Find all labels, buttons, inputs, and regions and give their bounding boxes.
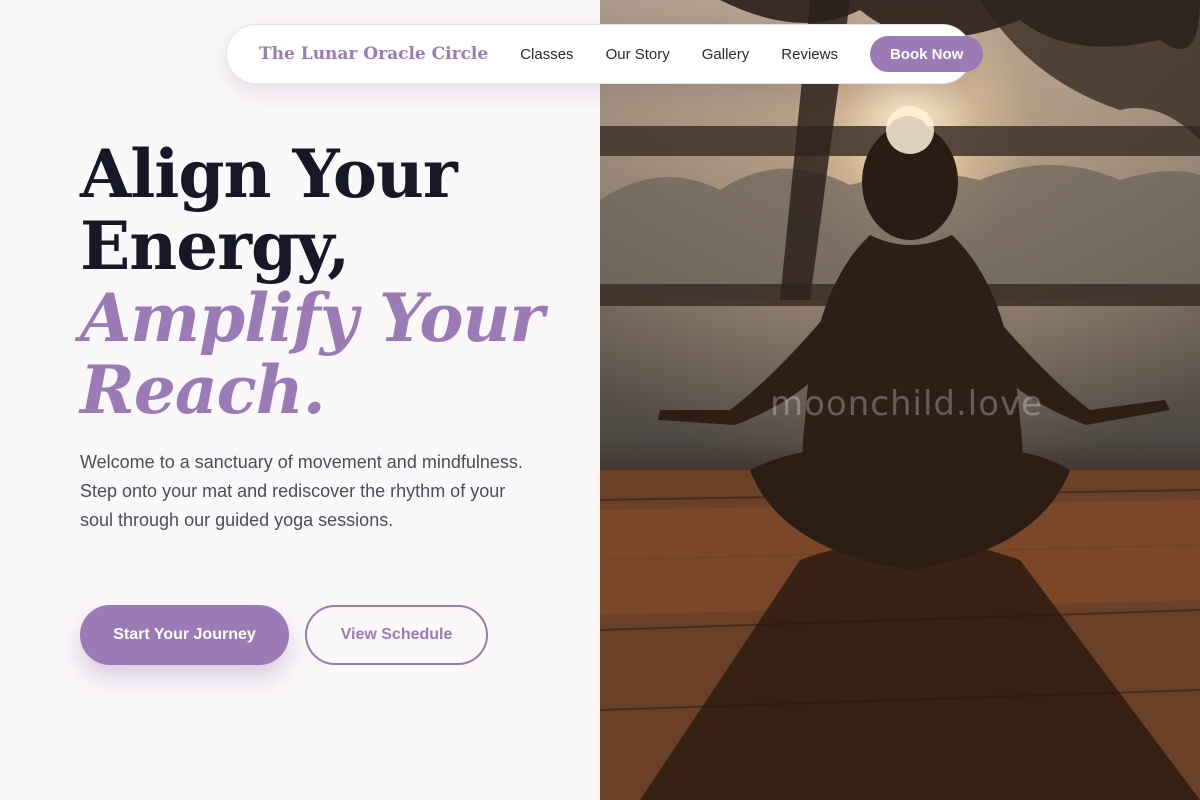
hero-title: Align Your Energy, Amplify Your Reach. bbox=[80, 135, 544, 429]
book-now-button[interactable]: Book Now bbox=[869, 36, 984, 72]
hero-description: Welcome to a sanctuary of movement and m… bbox=[80, 452, 523, 530]
brand-logo[interactable]: The Lunar Oracle Circle bbox=[259, 44, 488, 64]
nav-link-reviews[interactable]: Reviews bbox=[781, 46, 838, 63]
nav-link-classes[interactable]: Classes bbox=[520, 46, 573, 63]
nav-link-our-story[interactable]: Our Story bbox=[606, 46, 670, 63]
start-journey-button[interactable]: Start Your Journey bbox=[80, 605, 289, 665]
hero-title-accent-line-1: Amplify Your bbox=[80, 279, 544, 357]
view-schedule-button[interactable]: View Schedule bbox=[305, 605, 488, 665]
nav-links: Classes Our Story Gallery Reviews bbox=[520, 46, 870, 63]
hero-title-accent-line-2: Reach. bbox=[80, 351, 326, 429]
image-watermark: moonchild.love bbox=[770, 384, 1044, 424]
hero-photo: moonchild.love bbox=[600, 0, 1200, 800]
nav-link-gallery[interactable]: Gallery bbox=[702, 46, 750, 63]
hero-title-line-2: Energy, bbox=[80, 207, 350, 285]
hero-title-line-1: Align Your bbox=[80, 135, 458, 213]
top-nav: The Lunar Oracle Circle Classes Our Stor… bbox=[226, 24, 984, 84]
